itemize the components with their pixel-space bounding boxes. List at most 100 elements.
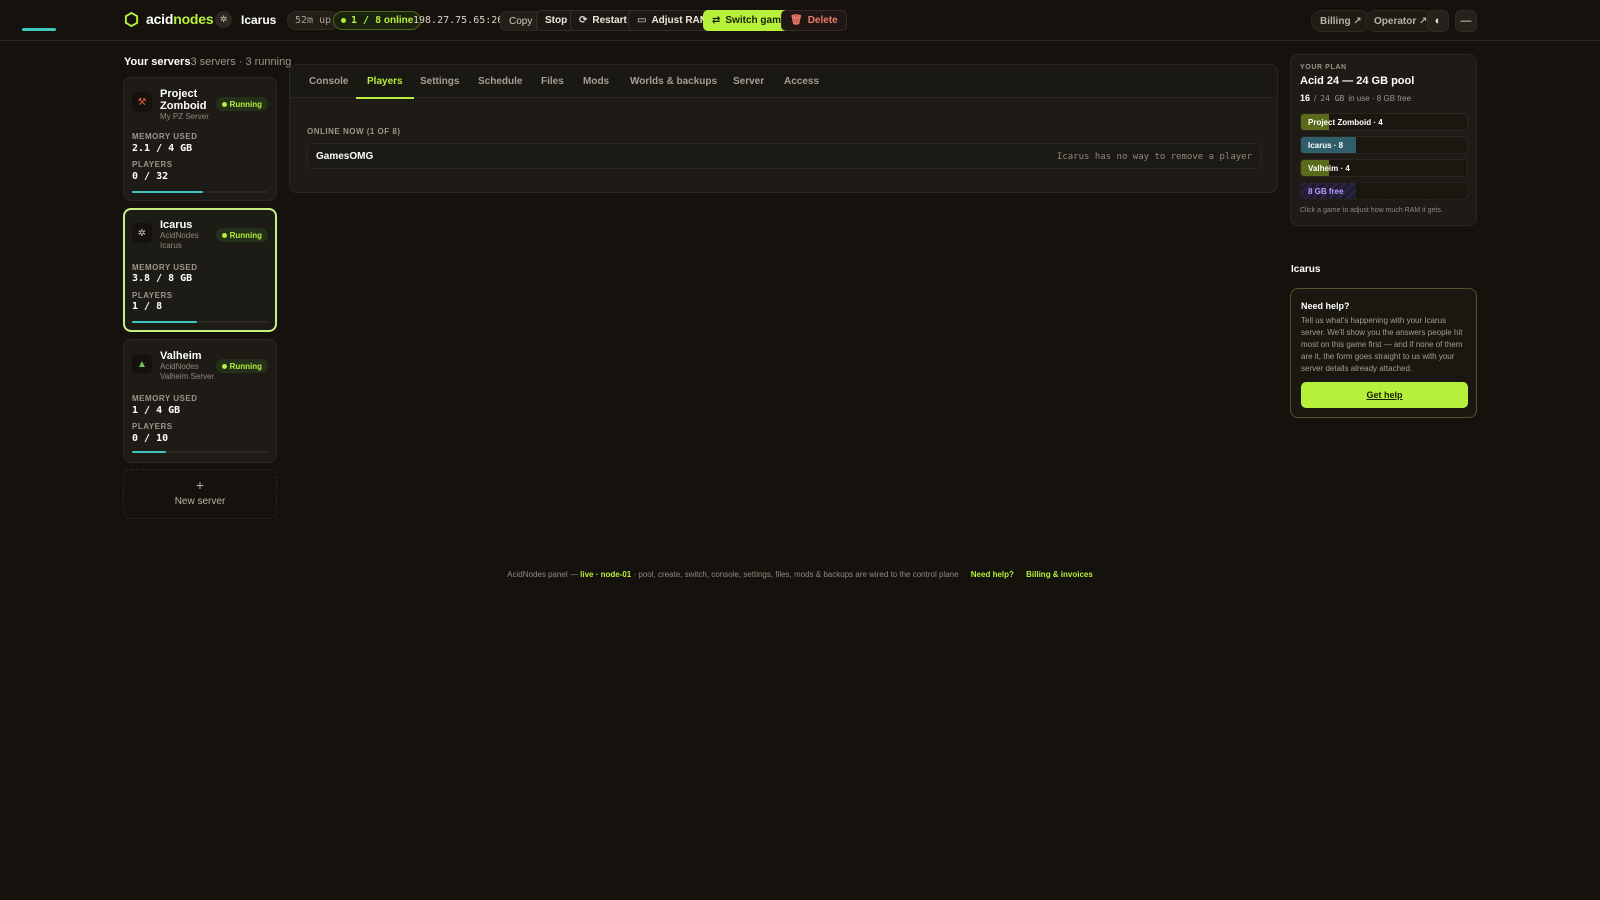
brand-name: acidnodes: [146, 11, 214, 27]
restart-button[interactable]: ⟳ Restart: [570, 10, 636, 31]
allocation-valheim[interactable]: Valheim · 4: [1300, 159, 1468, 177]
players-label: PLAYERS: [132, 160, 173, 169]
tab-server[interactable]: Server: [722, 65, 775, 98]
delete-label: Delete: [807, 15, 838, 26]
online-suffix: online: [383, 15, 414, 26]
servers-heading: Your servers3 servers · 3 running: [124, 56, 291, 68]
current-game: ✲ Icarus: [215, 11, 276, 28]
new-server-label: New server: [174, 496, 226, 507]
switch-game-label: Switch game: [725, 15, 787, 26]
current-game-name: Icarus: [241, 12, 277, 27]
server-card-project-zomboid[interactable]: ⚒ Project Zomboid My PZ Server Running M…: [123, 77, 277, 201]
plan-usage: 16 / 24 GB in use · 8 GB free: [1300, 93, 1411, 103]
status-badge: Running: [215, 97, 268, 111]
plan-usage-separator: /: [1314, 94, 1317, 103]
online-dot-icon: [341, 18, 346, 23]
help-text: Tell us what's happening with your Icaru…: [1301, 316, 1463, 373]
restart-icon: ⟳: [579, 14, 588, 26]
player-note: Icarus has no way to remove a player: [1056, 152, 1252, 162]
top-bar: acidnodes ✲ Icarus 52m up 1 / 8 online 1…: [0, 0, 1600, 41]
uptime-badge: 52m up: [287, 11, 340, 30]
memory-label: MEMORY USED: [132, 263, 198, 272]
tab-console[interactable]: Console: [298, 65, 359, 98]
footer-need-help-link[interactable]: Need help?: [971, 570, 1014, 579]
status-dot-icon: [221, 232, 227, 238]
memory-value: 1 / 4 GB: [132, 405, 181, 416]
trash-icon: 🗑︎: [790, 14, 803, 26]
plan-title: Acid 24 — 24 GB pool: [1300, 75, 1415, 87]
memory-bar: [132, 321, 268, 323]
footer-billing-link[interactable]: Billing & invoices: [1026, 570, 1093, 579]
icarus-icon: ✲: [215, 11, 232, 28]
players-label: PLAYERS: [132, 422, 173, 431]
theme-toggle-icon[interactable]: ◐: [1427, 10, 1449, 32]
server-card-header: ⚒ Project Zomboid My PZ Server Running: [132, 88, 268, 122]
memory-bar: [132, 451, 268, 453]
switch-icon: ⇄: [712, 14, 721, 26]
status-label: Running: [229, 230, 262, 240]
allocation-project-zomboid[interactable]: Project Zomboid · 4: [1300, 113, 1468, 131]
players-value: 1 / 8: [132, 301, 163, 312]
allocation-label: Project Zomboid · 4: [1308, 118, 1383, 127]
status-label: Running: [229, 361, 262, 371]
help-title: Need help?: [1301, 301, 1350, 311]
players-label: PLAYERS: [132, 291, 173, 300]
players-value: 0 / 32: [132, 171, 169, 182]
plus-icon: +: [195, 477, 205, 493]
player-name: GamesOMG: [316, 151, 374, 162]
adjust-ram-label: Adjust RAM: [651, 15, 709, 26]
operator-link[interactable]: Operator ↗: [1365, 10, 1437, 32]
help-game-title: Icarus: [1291, 264, 1321, 275]
plan-eyebrow: YOUR PLAN: [1300, 64, 1347, 71]
online-now-heading: ONLINE NOW (1 OF 8): [307, 127, 401, 136]
footer-prefix: AcidNodes panel —: [507, 570, 578, 579]
allocation-icarus[interactable]: Icarus · 8: [1300, 136, 1468, 154]
plan-hint: Click a game to adjust how much RAM it g…: [1300, 207, 1443, 214]
server-card-icarus[interactable]: ✲ Icarus AcidNodes Icarus Running MEMORY…: [123, 208, 277, 332]
status-badge: Running: [215, 228, 268, 242]
footer: AcidNodes panel — live · node-01 · pool,…: [0, 570, 1600, 579]
tab-bar: Console Players Settings Schedule Files …: [290, 65, 1277, 99]
online-badge: 1 / 8 online: [333, 11, 422, 30]
server-subtitle: My PZ Server: [160, 112, 209, 121]
tab-mods[interactable]: Mods: [572, 65, 620, 98]
tab-access[interactable]: Access: [773, 65, 830, 98]
menu-icon[interactable]: —: [1455, 10, 1477, 32]
server-subtitle: Icarus: [160, 241, 182, 250]
help-card: Need help? Tell us what's happening with…: [1290, 288, 1477, 418]
online-count: 1 / 8: [351, 15, 382, 26]
status-badge: Running: [215, 359, 268, 373]
brand-underline: [22, 28, 56, 31]
server-card-valheim[interactable]: ▲ Valheim AcidNodes Valheim Server Runni…: [123, 339, 277, 463]
billing-link[interactable]: Billing ↗: [1311, 10, 1371, 32]
servers-summary: 3 servers · 3 running: [190, 56, 292, 68]
get-help-button[interactable]: Get help: [1301, 382, 1468, 408]
server-card-header: ▲ Valheim AcidNodes Valheim Server Runni…: [132, 350, 268, 382]
status-label: Running: [229, 99, 262, 109]
tab-files[interactable]: Files: [530, 65, 575, 98]
server-card-header: ✲ Icarus AcidNodes Icarus Running: [132, 219, 268, 251]
list-item: GamesOMG Icarus has no way to remove a p…: [307, 143, 1261, 169]
brand[interactable]: acidnodes: [124, 11, 214, 27]
footer-live-status: live · node-01: [580, 570, 632, 579]
plan-used: 16: [1300, 93, 1311, 103]
memory-value: 2.1 / 4 GB: [132, 143, 193, 154]
tab-players[interactable]: Players: [356, 65, 414, 99]
players-value: 0 / 10: [132, 433, 169, 444]
ram-icon: ▭: [637, 14, 647, 26]
memory-bar-fill: [132, 451, 166, 453]
tab-worlds-backups[interactable]: Worlds & backups: [619, 65, 728, 98]
tab-settings[interactable]: Settings: [409, 65, 470, 98]
tab-schedule[interactable]: Schedule: [467, 65, 533, 98]
logo-icon: [124, 11, 139, 27]
allocation-free: 8 GB free: [1300, 182, 1468, 200]
memory-bar: [132, 191, 268, 193]
status-dot-icon: [221, 363, 227, 369]
new-server-button[interactable]: + New server: [123, 469, 277, 519]
plan-usage-suffix: in use · 8 GB free: [1348, 94, 1412, 103]
plan-total: 24 GB: [1320, 94, 1345, 103]
memory-label: MEMORY USED: [132, 132, 198, 141]
restart-label: Restart: [592, 15, 627, 26]
delete-button[interactable]: 🗑︎ Delete: [781, 10, 847, 31]
memory-bar-fill: [132, 191, 204, 193]
